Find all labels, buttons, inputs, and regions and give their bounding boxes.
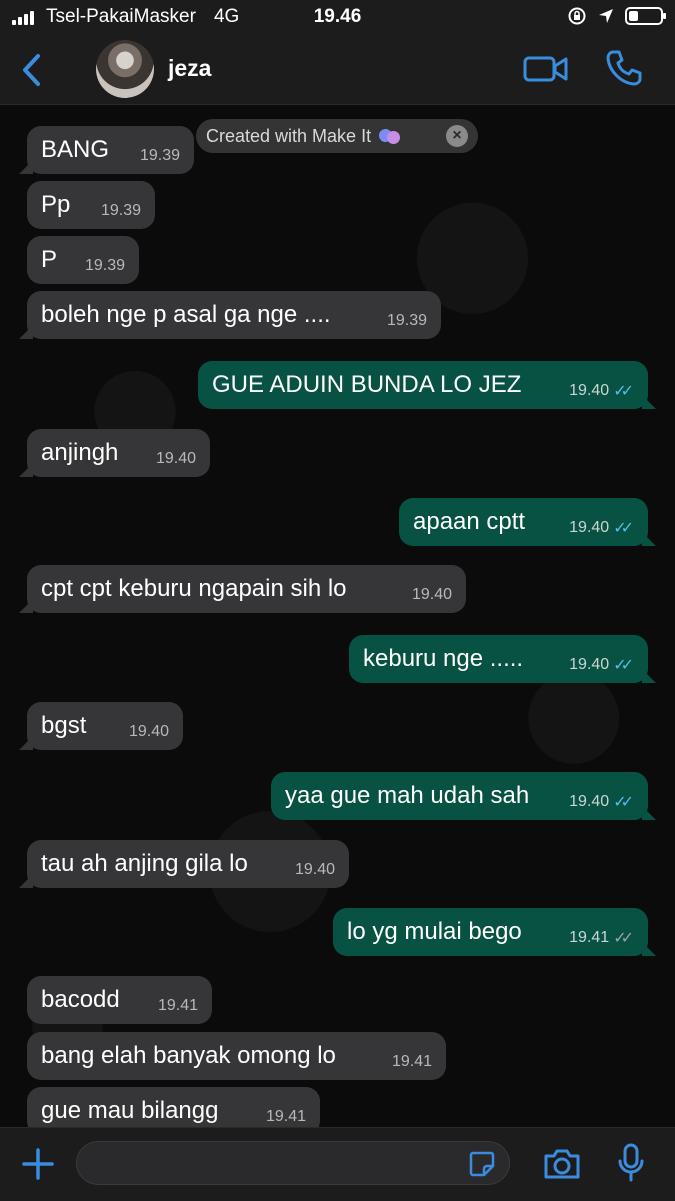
read-receipt-icon: ✓✓	[613, 383, 634, 400]
message-bubble-incoming[interactable]: cpt cpt keburu ngapain sih lo 19.40	[19, 565, 466, 613]
message-text: BANG	[41, 136, 110, 163]
video-call-icon[interactable]	[522, 52, 570, 86]
contact-name[interactable]: jeza	[168, 55, 211, 82]
phone-call-icon[interactable]	[604, 48, 644, 88]
chat-header: jeza	[0, 34, 675, 105]
message-bubble-incoming[interactable]: bgst 19.40	[19, 702, 183, 750]
message-time: 19.39	[100, 202, 141, 219]
read-receipt-icon: ✓✓	[613, 657, 634, 674]
rotation-lock-icon	[568, 7, 586, 25]
message-text: gue mau bilangg	[41, 1097, 219, 1124]
message-time: 19.41	[157, 997, 198, 1014]
message-time: 19.41	[569, 929, 610, 946]
message-text: GUE ADUIN BUNDA LO JEZ	[212, 371, 522, 398]
message-input[interactable]	[76, 1141, 510, 1185]
message-text: anjingh	[41, 439, 119, 466]
chat-area: BANG 19.39 Pp 19.39 P 19.39 boleh nge p …	[0, 105, 675, 1127]
message-text: bang elah banyak omong lo	[41, 1042, 336, 1069]
message-text: Pp	[41, 191, 71, 218]
message-time: 19.40	[569, 793, 610, 810]
message-bubble-incoming[interactable]: tau ah anjing gila lo 19.40	[19, 840, 349, 888]
message-input-bar	[0, 1127, 675, 1201]
message-time: 19.40	[569, 382, 610, 399]
message-time: 19.40	[569, 519, 610, 536]
message-text: bacodd	[41, 986, 120, 1013]
location-icon	[599, 9, 613, 23]
message-text: cpt cpt keburu ngapain sih lo	[41, 575, 347, 602]
message-time: 19.40	[411, 586, 452, 603]
watermark-badge: Created with Make It ×	[196, 119, 478, 153]
message-time: 19.40	[128, 723, 169, 740]
message-time: 19.39	[139, 147, 180, 164]
message-bubble-incoming[interactable]: anjingh 19.40	[19, 429, 210, 477]
message-bubble-outgoing[interactable]: yaa gue mah udah sah 19.40 ✓✓	[271, 772, 656, 820]
message-bubble-incoming[interactable]: Pp 19.39	[27, 181, 155, 229]
avatar[interactable]	[96, 40, 154, 98]
close-icon[interactable]: ×	[446, 125, 468, 147]
message-text: lo yg mulai bego	[347, 918, 522, 945]
status-bar: Tsel-PakaiMasker 4G 19.46	[0, 0, 675, 34]
message-bubble-incoming[interactable]: bang elah banyak omong lo 19.41	[27, 1032, 446, 1080]
message-time: 19.39	[84, 257, 125, 274]
message-time: 19.39	[386, 312, 427, 329]
message-bubble-outgoing[interactable]: GUE ADUIN BUNDA LO JEZ 19.40 ✓✓	[198, 361, 656, 409]
message-bubble-outgoing[interactable]: apaan cptt 19.40 ✓✓	[399, 498, 656, 546]
message-time: 19.40	[294, 861, 335, 878]
message-time: 19.40	[155, 450, 196, 467]
message-time: 19.40	[569, 656, 610, 673]
message-bubble-incoming[interactable]: gue mau bilangg 19.41	[27, 1087, 320, 1127]
battery-icon	[625, 7, 666, 25]
watermark-text: Created with Make It	[206, 125, 372, 146]
message-bubble-outgoing[interactable]: lo yg mulai bego 19.41 ✓✓	[333, 908, 656, 956]
read-receipt-icon: ✓✓	[613, 794, 634, 811]
message-text: yaa gue mah udah sah	[285, 782, 530, 809]
back-chevron-icon[interactable]	[16, 50, 46, 90]
message-text: boleh nge p asal ga nge ....	[41, 301, 331, 328]
message-bubble-incoming[interactable]: P 19.39	[27, 236, 139, 284]
camera-icon[interactable]	[542, 1146, 582, 1182]
plus-icon[interactable]	[20, 1146, 56, 1182]
message-text: P	[41, 246, 58, 273]
chat-bubbles-icon	[379, 127, 401, 145]
message-text: apaan cptt	[413, 508, 526, 535]
message-text: bgst	[41, 712, 87, 739]
microphone-icon[interactable]	[616, 1142, 646, 1184]
message-bubble-incoming[interactable]: boleh nge p asal ga nge .... 19.39	[19, 291, 441, 339]
read-receipt-icon: ✓✓	[613, 520, 634, 537]
message-bubble-incoming[interactable]: bacodd 19.41	[27, 976, 212, 1024]
message-text: keburu nge .....	[363, 645, 524, 672]
delivered-receipt-icon: ✓✓	[613, 930, 634, 947]
sticker-icon[interactable]	[468, 1150, 496, 1178]
message-text: tau ah anjing gila lo	[41, 850, 248, 877]
message-time: 19.41	[265, 1108, 306, 1125]
message-bubble-incoming[interactable]: BANG 19.39	[19, 126, 194, 174]
message-bubble-outgoing[interactable]: keburu nge ..... 19.40 ✓✓	[349, 635, 656, 683]
message-time: 19.41	[391, 1053, 432, 1070]
